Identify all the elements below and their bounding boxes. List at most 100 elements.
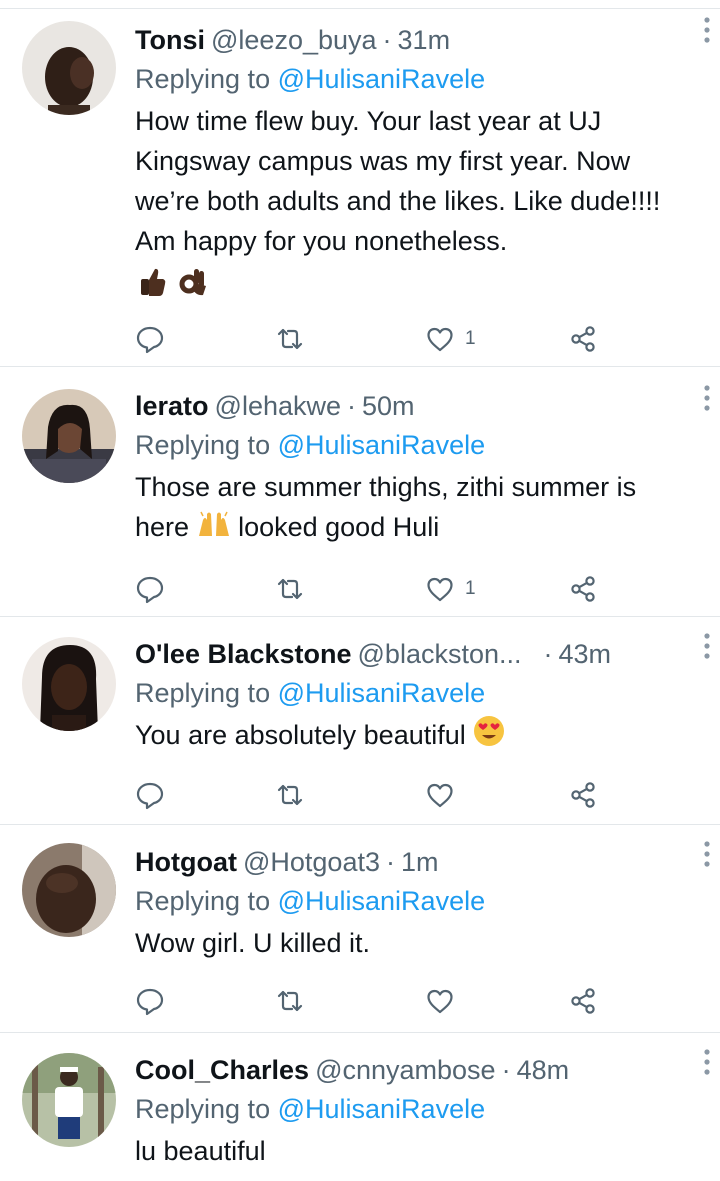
replying-prefix: Replying to [135,1094,271,1124]
display-name[interactable]: Cool_Charles [135,1051,309,1089]
retweet-button[interactable] [275,569,305,609]
reply-icon [136,576,164,604]
more-icon[interactable] [700,1047,714,1077]
heart-icon [427,327,453,352]
separator-dot: · [385,847,395,877]
separator-dot: · [543,639,553,669]
reply-button[interactable] [135,981,165,1021]
tweet-text: You are absolutely beautiful [135,715,695,758]
timestamp[interactable]: 48m [517,1051,570,1089]
user-handle[interactable]: @lehakwe [215,387,341,425]
tweet-actions [135,981,605,1021]
reply-button[interactable] [135,319,165,359]
reply-tweet[interactable]: Hotgoat @Hotgoat3 · 1m Replying to @Huli… [0,825,720,1033]
separator-dot: · [382,25,392,55]
tweet-header: lerato @lehakwe · 50m [135,387,700,425]
share-button[interactable] [568,569,598,609]
like-button[interactable] [425,981,465,1021]
share-icon [571,326,595,352]
tweet-header: Hotgoat @Hotgoat3 · 1m [135,843,700,881]
heart-icon [427,989,453,1014]
user-handle[interactable]: @cnnyambose [315,1051,496,1089]
like-count: 1 [465,578,476,599]
reply-tweet[interactable]: Tonsi @leezo_buya · 31m Replying to @Hul… [0,9,720,367]
tweet-text-body: You are absolutely beautiful [135,720,466,750]
reply-icon [136,326,164,354]
retweet-button[interactable] [275,319,305,359]
separator-dot: · [501,1055,511,1085]
retweet-icon [277,784,303,806]
raising-hands-emoji [197,507,231,549]
share-icon [571,988,595,1014]
reply-button[interactable] [135,569,165,609]
timestamp[interactable]: 50m [362,387,415,425]
share-icon [571,782,595,808]
mention-link[interactable]: @HulisaniRavele [278,678,486,708]
tweet-text-body: How time flew buy. Your last year at UJ … [135,106,661,256]
like-button[interactable]: 1 [425,569,476,609]
timestamp[interactable]: 43m [559,635,612,673]
tweet-actions: 1 [135,569,605,609]
retweet-button[interactable] [275,981,305,1021]
reply-tweet[interactable]: lerato @lehakwe · 50m Replying to @Hulis… [0,367,720,617]
mention-link[interactable]: @HulisaniRavele [278,886,486,916]
tweet-header: Cool_Charles @cnnyambose · 48m [135,1051,700,1089]
replying-prefix: Replying to [135,64,271,94]
share-button[interactable] [568,775,598,815]
tweet-actions: 1 [135,319,605,359]
share-button[interactable] [568,981,598,1021]
avatar[interactable] [22,389,116,483]
tweet-text: Those are summer thighs, zithi summer is… [135,467,695,549]
tweet-actions [135,775,605,815]
reply-icon [136,988,164,1016]
display-name[interactable]: Tonsi [135,21,205,59]
tweet-text: lu beautiful [135,1131,695,1171]
share-button[interactable] [568,319,598,359]
like-button[interactable] [425,775,465,815]
replying-prefix: Replying to [135,430,271,460]
replying-to-line: Replying to @HulisaniRavele [135,673,700,713]
replying-to-line: Replying to @HulisaniRavele [135,59,700,99]
reply-tweet[interactable]: Cool_Charles @cnnyambose · 48m Replying … [0,1033,720,1181]
thumbs-up-emoji [135,265,169,310]
tweet-text-body: Wow girl. U killed it. [135,928,371,958]
more-icon[interactable] [700,15,714,45]
mention-link[interactable]: @HulisaniRavele [278,1094,486,1124]
avatar[interactable] [22,1053,116,1147]
mention-link[interactable]: @HulisaniRavele [278,430,486,460]
retweet-button[interactable] [275,775,305,815]
replying-to-line: Replying to @HulisaniRavele [135,881,700,921]
display-name[interactable]: Hotgoat [135,843,237,881]
more-icon[interactable] [700,839,714,869]
user-handle[interactable]: @Hotgoat3 [243,843,380,881]
separator-dot: · [347,391,357,421]
avatar[interactable] [22,21,116,115]
display-name[interactable]: lerato [135,387,209,425]
display-name[interactable]: O'lee Blackstone [135,635,352,673]
like-count: 1 [465,328,476,349]
like-button[interactable]: 1 [425,319,476,359]
tweet-text: Wow girl. U killed it. [135,923,695,963]
reply-tweet[interactable]: O'lee Blackstone @blackston... · 43m Rep… [0,617,720,825]
more-icon[interactable] [700,631,714,661]
ok-hand-emoji [177,265,211,310]
more-icon[interactable] [700,383,714,413]
retweet-icon [277,990,303,1012]
replying-to-line: Replying to @HulisaniRavele [135,1089,700,1129]
replying-to-line: Replying to @HulisaniRavele [135,425,700,465]
avatar[interactable] [22,637,116,731]
replying-prefix: Replying to [135,678,271,708]
mention-link[interactable]: @HulisaniRavele [278,64,486,94]
tweet-header: Tonsi @leezo_buya · 31m [135,21,700,59]
reply-feed: Tonsi @leezo_buya · 31m Replying to @Hul… [0,0,720,1181]
timestamp[interactable]: 1m [401,843,439,881]
timestamp[interactable]: 31m [398,21,451,59]
user-handle[interactable]: @blackston... [358,635,522,673]
replying-prefix: Replying to [135,886,271,916]
share-icon [571,576,595,602]
avatar[interactable] [22,843,116,937]
tweet-text-part-2: looked good Huli [238,512,440,542]
user-handle[interactable]: @leezo_buya [211,21,377,59]
reply-button[interactable] [135,775,165,815]
top-divider [0,0,720,9]
